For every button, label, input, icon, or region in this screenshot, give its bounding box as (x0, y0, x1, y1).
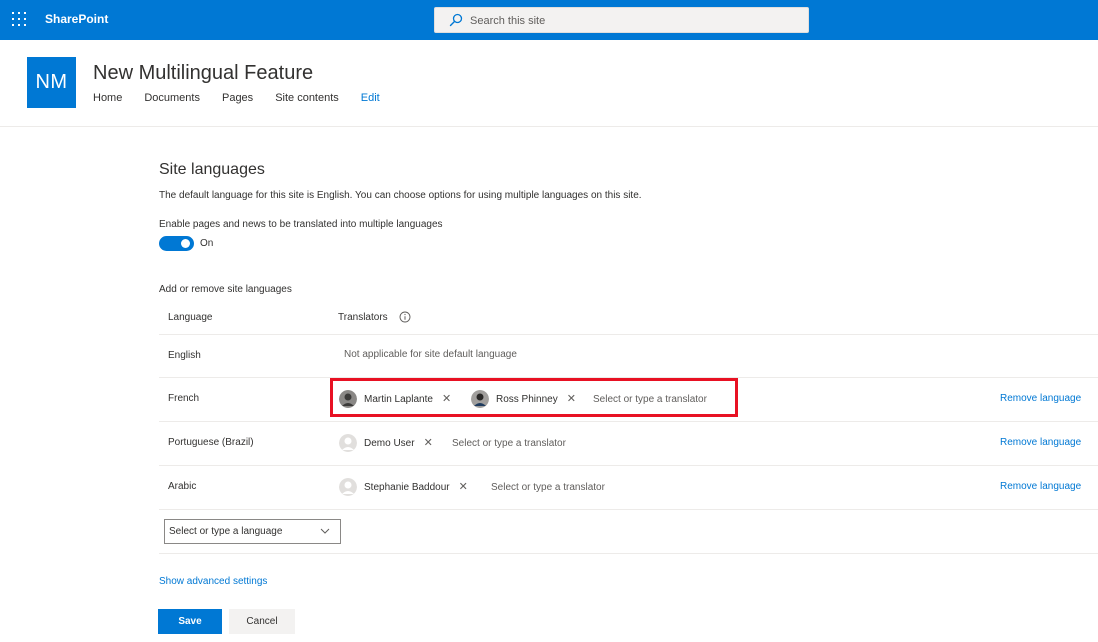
remove-language-portuguese[interactable]: Remove language (1000, 437, 1081, 448)
translator-chip-demo-user[interactable]: Demo User ✕ (339, 433, 433, 453)
row-divider (159, 465, 1098, 466)
column-header-translators: Translators (338, 312, 388, 323)
toggle-state-text: On (200, 238, 214, 249)
site-logo[interactable]: NM (27, 57, 76, 108)
brand-link[interactable]: SharePoint (45, 12, 108, 26)
translator-name: Stephanie Baddour (364, 481, 450, 493)
language-cell-arabic: Arabic (168, 481, 197, 492)
translator-chip-martin-laplante[interactable]: Martin Laplante ✕ (339, 389, 451, 409)
app-launcher-icon[interactable] (12, 12, 26, 26)
remove-language-french[interactable]: Remove language (1000, 393, 1081, 404)
avatar (339, 434, 357, 452)
close-icon[interactable]: ✕ (459, 481, 468, 493)
row-divider (159, 377, 1098, 378)
search-placeholder: Search this site (470, 15, 546, 27)
site-navigation: Home Documents Pages Site contents Edit (93, 92, 402, 104)
translator-name: Demo User (364, 437, 415, 449)
translator-name: Ross Phinney (496, 393, 558, 405)
search-icon (449, 13, 463, 27)
add-language-placeholder: Select or type a language (169, 526, 283, 537)
info-icon[interactable] (399, 311, 411, 323)
nav-home[interactable]: Home (93, 92, 122, 104)
nav-documents[interactable]: Documents (144, 92, 200, 104)
language-cell-english: English (168, 350, 201, 361)
nav-pages[interactable]: Pages (222, 92, 253, 104)
row-divider (159, 553, 1098, 554)
translator-input-french[interactable]: Select or type a translator (593, 394, 707, 405)
add-language-dropdown[interactable]: Select or type a language (164, 519, 341, 544)
suite-bar: SharePoint Search this site (0, 0, 1098, 40)
search-input[interactable]: Search this site (434, 7, 809, 33)
page-heading: Site languages (159, 161, 265, 178)
translator-chip-stephanie-baddour[interactable]: Stephanie Baddour ✕ (339, 477, 468, 497)
toggle-knob (181, 239, 190, 248)
show-advanced-settings-link[interactable]: Show advanced settings (159, 576, 267, 587)
site-title: New Multilingual Feature (93, 62, 314, 84)
row-divider (159, 421, 1098, 422)
close-icon[interactable]: ✕ (567, 393, 576, 405)
default-language-note: Not applicable for site default language (344, 349, 517, 360)
row-divider (159, 334, 1098, 335)
translator-input-portuguese[interactable]: Select or type a translator (452, 438, 566, 449)
translator-chip-ross-phinney[interactable]: Ross Phinney ✕ (471, 389, 576, 409)
chevron-down-icon (320, 528, 330, 534)
language-cell-portuguese: Portuguese (Brazil) (168, 437, 254, 448)
translator-name: Martin Laplante (364, 393, 433, 405)
page-description: The default language for this site is En… (159, 190, 642, 201)
header-divider (0, 126, 1098, 127)
remove-language-arabic[interactable]: Remove language (1000, 481, 1081, 492)
avatar (339, 390, 357, 408)
cancel-button[interactable]: Cancel (229, 609, 295, 634)
save-button[interactable]: Save (158, 609, 222, 634)
language-cell-french: French (168, 393, 200, 404)
avatar (339, 478, 357, 496)
nav-site-contents[interactable]: Site contents (275, 92, 339, 104)
section-label: Add or remove site languages (159, 284, 292, 295)
close-icon[interactable]: ✕ (442, 393, 451, 405)
close-icon[interactable]: ✕ (424, 437, 433, 449)
nav-edit-link[interactable]: Edit (361, 92, 380, 104)
column-header-language: Language (168, 312, 213, 323)
translation-toggle-label: Enable pages and news to be translated i… (159, 219, 443, 230)
translation-toggle[interactable] (159, 236, 194, 251)
avatar (471, 390, 489, 408)
translator-input-arabic[interactable]: Select or type a translator (491, 482, 605, 493)
row-divider (159, 509, 1098, 510)
